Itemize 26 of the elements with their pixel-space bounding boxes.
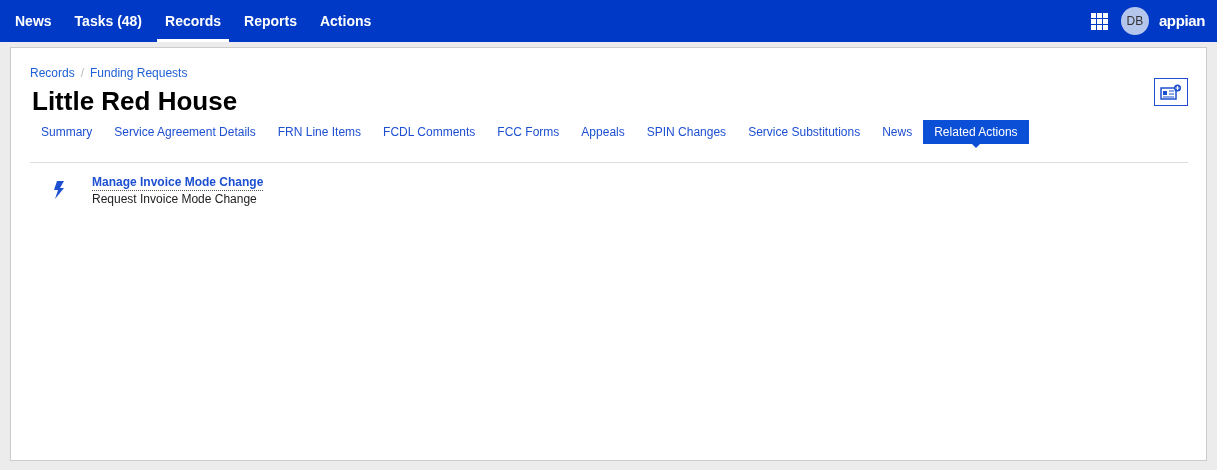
- action-description: Request Invoice Mode Change: [92, 191, 258, 207]
- record-tab[interactable]: FCC Forms: [486, 120, 571, 144]
- record-title: Little Red House: [32, 85, 238, 118]
- logo: appian: [1158, 10, 1205, 31]
- breadcrumb-link[interactable]: Records: [30, 64, 75, 82]
- user-avatar[interactable]: DB: [1120, 7, 1149, 35]
- nav-tab[interactable]: News: [7, 0, 60, 42]
- record-tab[interactable]: Service Substitutions: [737, 120, 872, 144]
- record-tab[interactable]: Summary: [30, 120, 104, 144]
- news-feed-button[interactable]: [1154, 78, 1188, 106]
- nav-tab[interactable]: Records: [157, 0, 230, 42]
- record-tab[interactable]: FCDL Comments: [372, 120, 487, 144]
- app-grid-icon[interactable]: [1090, 12, 1108, 30]
- nav-tab[interactable]: Actions: [311, 0, 380, 42]
- breadcrumb-separator: /: [80, 65, 85, 82]
- action-link[interactable]: Manage Invoice Mode Change: [92, 175, 264, 191]
- nav-tab[interactable]: Tasks (48): [66, 0, 151, 42]
- record-tab[interactable]: SPIN Changes: [635, 120, 738, 144]
- record-tab[interactable]: Appeals: [570, 120, 636, 144]
- lightning-bolt-icon: [53, 181, 65, 199]
- record-tab[interactable]: News: [871, 120, 924, 144]
- record-tab[interactable]: FRN Line Items: [266, 120, 373, 144]
- nav-tab[interactable]: Reports: [236, 0, 305, 42]
- newspaper-plus-icon: [1160, 84, 1182, 100]
- breadcrumb-link[interactable]: Funding Requests: [90, 64, 188, 82]
- record-tab[interactable]: Service Agreement Details: [103, 120, 267, 144]
